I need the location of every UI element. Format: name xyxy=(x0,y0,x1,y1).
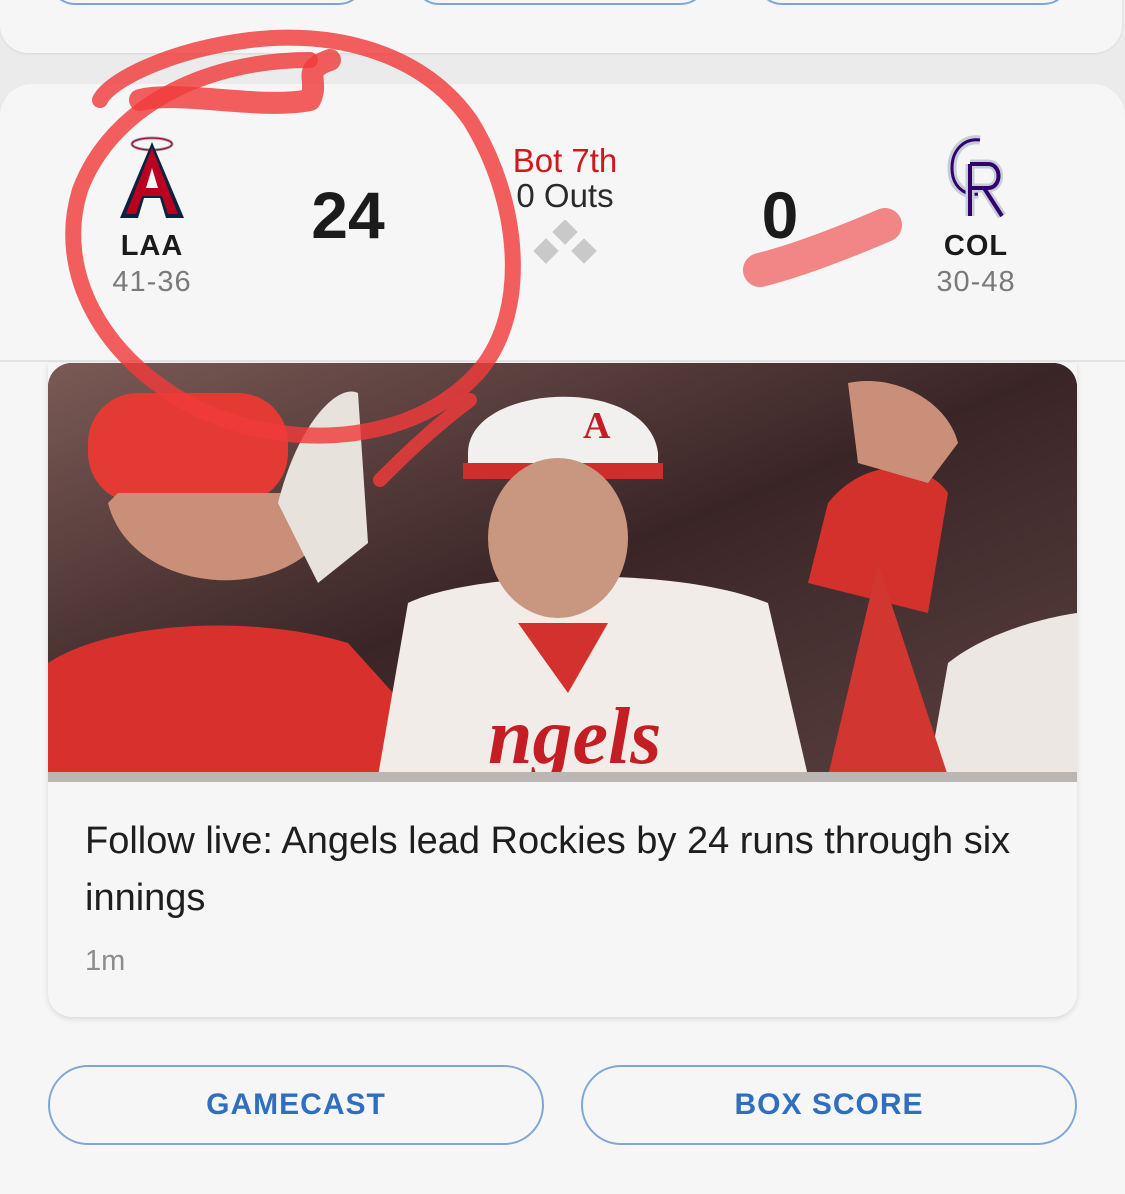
away-score: 0 xyxy=(761,178,799,252)
away-team-abbr: COL xyxy=(943,230,1009,262)
game-status: Bot 7th 0 Outs xyxy=(470,144,660,274)
home-team-abbr: LAA xyxy=(120,230,184,262)
article-headline[interactable]: Follow live: Angels lead Rockies by 24 r… xyxy=(85,813,1015,927)
previous-card-button[interactable] xyxy=(755,0,1071,5)
previous-card-button[interactable] xyxy=(412,0,708,5)
article-timestamp: 1m xyxy=(85,945,126,977)
away-team[interactable]: COL 30-48 xyxy=(906,132,1046,298)
home-team-record: 41-36 xyxy=(112,266,192,298)
inning-label: Bot 7th xyxy=(512,142,618,179)
away-team-record: 30-48 xyxy=(936,266,1016,298)
photo-divider xyxy=(48,772,1077,782)
scoreboard[interactable]: LAA 41-36 24 Bot 7th 0 Outs 0 COL 30-48 xyxy=(0,84,1125,362)
article-photo: ngels A xyxy=(48,363,1077,776)
home-team[interactable]: LAA 41-36 xyxy=(82,132,222,298)
base-diamond-icon xyxy=(533,220,597,264)
news-article-card[interactable]: ngels A Follow live: Angels lead Rockies… xyxy=(48,363,1077,1017)
game-card: LAA 41-36 24 Bot 7th 0 Outs 0 COL 30-48 … xyxy=(0,84,1125,1194)
gamecast-button[interactable]: GAMECAST xyxy=(48,1065,544,1145)
rockies-logo-icon xyxy=(947,135,1006,219)
svg-text:ngels: ngels xyxy=(488,693,661,776)
box-score-button[interactable]: BOX SCORE xyxy=(581,1065,1077,1145)
svg-text:A: A xyxy=(583,405,611,447)
home-score: 24 xyxy=(311,178,385,252)
outs-label: 0 Outs xyxy=(516,177,614,214)
previous-card-button[interactable] xyxy=(48,0,366,5)
angels-logo-icon xyxy=(120,136,184,218)
previous-game-card xyxy=(0,0,1122,53)
